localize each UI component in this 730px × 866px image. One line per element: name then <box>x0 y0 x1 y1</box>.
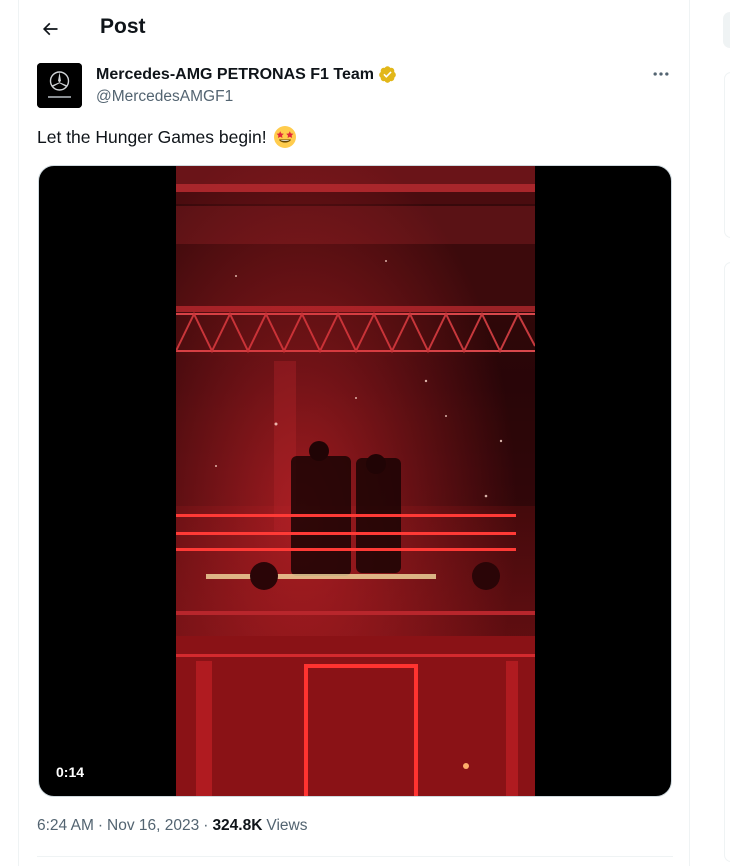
views-count: 324.8K <box>212 817 263 834</box>
more-options-button[interactable] <box>645 62 677 86</box>
author-handle[interactable]: @MercedesAMGF1 <box>96 88 233 106</box>
page-title: Post <box>100 15 146 38</box>
mercedes-logo-icon <box>37 63 82 108</box>
meta-separator: · <box>97 817 104 834</box>
sidebar-card <box>724 262 730 862</box>
back-button[interactable] <box>33 12 67 46</box>
star-struck-emoji-icon <box>273 126 296 148</box>
avatar[interactable] <box>37 63 82 108</box>
author-name-text: Mercedes-AMG PETRONAS F1 Team <box>96 65 374 83</box>
author-name[interactable]: Mercedes-AMG PETRONAS F1 Team <box>96 65 397 84</box>
main-column: Post Mercedes-AMG PETRONAS F1 Team @Merc… <box>18 0 690 866</box>
tweet-date[interactable]: Nov 16, 2023 <box>107 817 199 835</box>
views-label: Views <box>266 817 308 834</box>
tweet-text-body: Let the Hunger Games begin! <box>37 126 267 147</box>
tweet-meta: 6:24 AM · Nov 16, 2023 · 324.8K Views <box>37 817 308 835</box>
tweet-time[interactable]: 6:24 AM <box>37 817 94 835</box>
sidebar-card <box>724 72 730 238</box>
video-thumbnail <box>176 166 535 796</box>
right-sidebar-edge <box>722 0 730 866</box>
meta-separator: · <box>203 817 209 834</box>
arrow-left-icon <box>42 22 58 36</box>
divider <box>37 856 673 857</box>
more-horizontal-icon <box>653 72 669 76</box>
page-header: Post <box>19 0 691 57</box>
tweet-text: Let the Hunger Games begin! <box>37 125 297 149</box>
video-player[interactable]: 0:14 <box>38 165 672 797</box>
verified-badge-icon <box>379 66 396 83</box>
search-box-edge[interactable] <box>723 12 730 48</box>
video-duration: 0:14 <box>49 760 92 784</box>
